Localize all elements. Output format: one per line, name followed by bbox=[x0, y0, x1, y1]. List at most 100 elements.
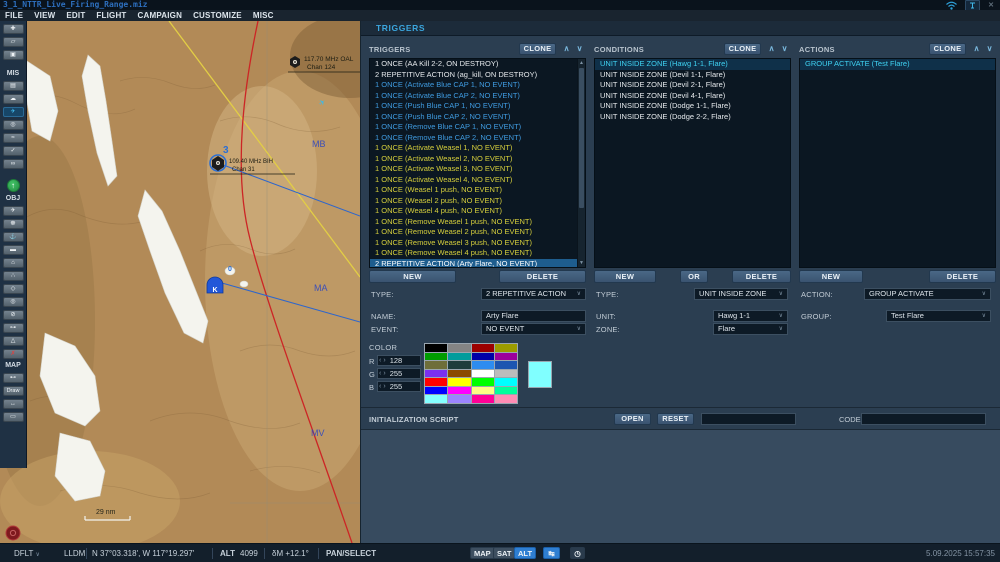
trigger-item[interactable]: 1 ONCE (Remove Weasel 1 push, NO EVENT) bbox=[370, 217, 585, 228]
new-mission-button[interactable]: ✚ bbox=[2, 24, 24, 34]
list-scrollbar[interactable]: ▲ ▼ bbox=[577, 59, 585, 267]
trigger-item[interactable]: 1 ONCE (Activate Weasel 1, NO EVENT) bbox=[370, 143, 585, 154]
alt-layer-button[interactable]: ALT bbox=[514, 547, 537, 559]
helicopter-group-button[interactable]: ☸ bbox=[2, 219, 24, 229]
distance-tool-button[interactable]: ⊶ bbox=[2, 323, 24, 333]
trigger-item[interactable]: 2 REPETITIVE ACTION (ag_kill, ON DESTROY… bbox=[370, 70, 585, 81]
palette-swatch[interactable] bbox=[448, 352, 471, 361]
code-input[interactable] bbox=[861, 413, 986, 425]
init-file-input[interactable] bbox=[701, 413, 796, 425]
spinner-right-icon[interactable]: › bbox=[382, 357, 386, 364]
trigger-item[interactable]: 1 ONCE (Push Blue CAP 2, NO EVENT) bbox=[370, 112, 585, 123]
clock-icon[interactable]: ◷ bbox=[570, 547, 585, 559]
airplane-group-button[interactable]: ✈ bbox=[2, 206, 24, 216]
actions-list[interactable]: GROUP ACTIVATE (Test Flare) bbox=[799, 58, 996, 268]
action-item[interactable]: GROUP ACTIVATE (Test Flare) bbox=[800, 59, 995, 70]
close-icon[interactable]: ✕ bbox=[988, 1, 994, 9]
palette-swatch[interactable] bbox=[494, 352, 517, 361]
palette-swatch[interactable] bbox=[425, 395, 448, 403]
trigger-type-select[interactable]: 2 REPETITIVE ACTION ∨ bbox=[481, 288, 586, 300]
channel-r-spinner[interactable]: ‹ › 128 bbox=[377, 355, 421, 366]
scroll-up-icon[interactable]: ▲ bbox=[578, 59, 585, 67]
palette-swatch[interactable] bbox=[448, 361, 471, 369]
trigger-new-button[interactable]: NEW bbox=[369, 270, 456, 283]
menu-campaign[interactable]: CAMPAIGN bbox=[138, 11, 183, 20]
channel-g-spinner[interactable]: ‹ › 255 bbox=[377, 368, 421, 379]
draw-button[interactable]: Draw bbox=[2, 386, 24, 396]
palette-swatch[interactable] bbox=[471, 378, 494, 386]
bullseye-tool-button[interactable]: ◎ bbox=[2, 120, 24, 130]
menu-file[interactable]: FILE bbox=[5, 11, 23, 20]
palette-swatch[interactable] bbox=[448, 386, 471, 395]
weather-button[interactable]: ☁ bbox=[2, 94, 24, 104]
rectangle-select-button[interactable]: ▭ bbox=[2, 412, 24, 422]
palette-swatch[interactable] bbox=[471, 344, 494, 352]
antenna-icon[interactable] bbox=[965, 0, 981, 11]
open-mission-button[interactable]: ▱ bbox=[2, 37, 24, 47]
trigger-item[interactable]: 1 ONCE (Remove Weasel 2 push, NO EVENT) bbox=[370, 227, 585, 238]
palette-swatch[interactable] bbox=[494, 344, 517, 352]
measure-tool-button[interactable]: ↹ bbox=[543, 547, 560, 559]
move-down-icon[interactable]: ∨ bbox=[573, 43, 586, 55]
condition-item[interactable]: UNIT INSIDE ZONE (Dodge 1-1, Flare) bbox=[595, 101, 790, 112]
move-up-icon[interactable]: ∧ bbox=[560, 43, 573, 55]
condition-item[interactable]: UNIT INSIDE ZONE (Devil 4-1, Flare) bbox=[595, 91, 790, 102]
static-object-button[interactable]: ⌂ bbox=[2, 258, 24, 268]
palette-swatch[interactable] bbox=[425, 386, 448, 395]
trigger-item[interactable]: 1 ONCE (Weasel 1 push, NO EVENT) bbox=[370, 185, 585, 196]
clone-button-conditions[interactable]: CLONE bbox=[724, 43, 761, 55]
palette-swatch[interactable] bbox=[448, 344, 471, 352]
palette-swatch[interactable] bbox=[448, 378, 471, 386]
trigger-item[interactable]: 1 ONCE (Remove Weasel 3 push, NO EVENT) bbox=[370, 238, 585, 249]
bullseye-marker[interactable] bbox=[5, 525, 21, 541]
trigger-delete-button[interactable]: DELETE bbox=[499, 270, 586, 283]
trigger-item[interactable]: 1 ONCE (Weasel 4 push, NO EVENT) bbox=[370, 206, 585, 217]
trigger-item[interactable]: 1 ONCE (Push Blue CAP 1, NO EVENT) bbox=[370, 101, 585, 112]
forbidden-zone-button[interactable]: ⊘ bbox=[2, 310, 24, 320]
palette-swatch[interactable] bbox=[425, 361, 448, 369]
palette-swatch[interactable] bbox=[494, 361, 517, 369]
group-template-button[interactable]: ∴ bbox=[2, 271, 24, 281]
condition-zone-select[interactable]: Flare ∨ bbox=[713, 323, 788, 335]
condition-unit-select[interactable]: Hawg 1-1 ∨ bbox=[713, 310, 788, 322]
palette-swatch[interactable] bbox=[471, 352, 494, 361]
palette-swatch[interactable] bbox=[471, 386, 494, 395]
shapes-button[interactable]: △ bbox=[2, 336, 24, 346]
init-reset-button[interactable]: RESET bbox=[657, 413, 694, 425]
menu-misc[interactable]: MISC bbox=[253, 11, 274, 20]
ruler-button[interactable]: ↔ bbox=[2, 399, 24, 409]
radio-button[interactable]: ≈ bbox=[2, 133, 24, 143]
condition-delete-button[interactable]: DELETE bbox=[732, 270, 791, 283]
palette-swatch[interactable] bbox=[494, 395, 517, 403]
spinner-right-icon[interactable]: › bbox=[382, 383, 386, 390]
palette-swatch[interactable] bbox=[425, 378, 448, 386]
palette-swatch[interactable] bbox=[494, 386, 517, 395]
palette-swatch[interactable] bbox=[448, 369, 471, 378]
triggers-list[interactable]: 1 ONCE (AA Kill 2-2, ON DESTROY) 2 REPETI… bbox=[369, 58, 586, 268]
trigger-zone-button[interactable]: ◎ bbox=[2, 297, 24, 307]
condition-or-button[interactable]: OR bbox=[680, 270, 708, 283]
trigger-item[interactable]: 1 ONCE (Weasel 2 push, NO EVENT) bbox=[370, 196, 585, 207]
palette-swatch[interactable] bbox=[471, 395, 494, 403]
save-mission-button[interactable]: ▣ bbox=[2, 50, 24, 60]
preset-dropdown[interactable]: DFLT ∨ bbox=[14, 549, 40, 558]
action-group-select[interactable]: Test Flare ∨ bbox=[886, 310, 991, 322]
trigger-item[interactable]: 1 ONCE (Activate Weasel 2, NO EVENT) bbox=[370, 154, 585, 165]
trigger-item[interactable]: 1 ONCE (Remove Blue CAP 1, NO EVENT) bbox=[370, 122, 585, 133]
trigger-item[interactable]: 1 ONCE (Activate Blue CAP 1, NO EVENT) bbox=[370, 80, 585, 91]
delete-object-button[interactable]: ✗ bbox=[2, 349, 24, 359]
map-canvas[interactable]: 117.70 MHz OAL Chan 124 3 109.40 MHz BIH… bbox=[0, 21, 360, 543]
sat-layer-button[interactable]: SAT bbox=[493, 547, 516, 559]
palette-swatch[interactable] bbox=[425, 369, 448, 378]
action-delete-button[interactable]: DELETE bbox=[929, 270, 996, 283]
spinner-right-icon[interactable]: › bbox=[382, 370, 386, 377]
clone-button-triggers[interactable]: CLONE bbox=[519, 43, 556, 55]
trigger-item[interactable]: 1 ONCE (Remove Blue CAP 2, NO EVENT) bbox=[370, 133, 585, 144]
trigger-name-input[interactable]: Arty Flare bbox=[481, 310, 586, 322]
trigger-event-select[interactable]: NO EVENT ∨ bbox=[481, 323, 586, 335]
move-up-icon[interactable]: ∧ bbox=[765, 43, 778, 55]
menu-flight[interactable]: FLIGHT bbox=[96, 11, 126, 20]
map-svg[interactable]: 117.70 MHz OAL Chan 124 3 109.40 MHz BIH… bbox=[0, 21, 360, 543]
action-type-select[interactable]: GROUP ACTIVATE ∨ bbox=[864, 288, 991, 300]
spawn-button[interactable]: ↑ bbox=[6, 179, 20, 192]
